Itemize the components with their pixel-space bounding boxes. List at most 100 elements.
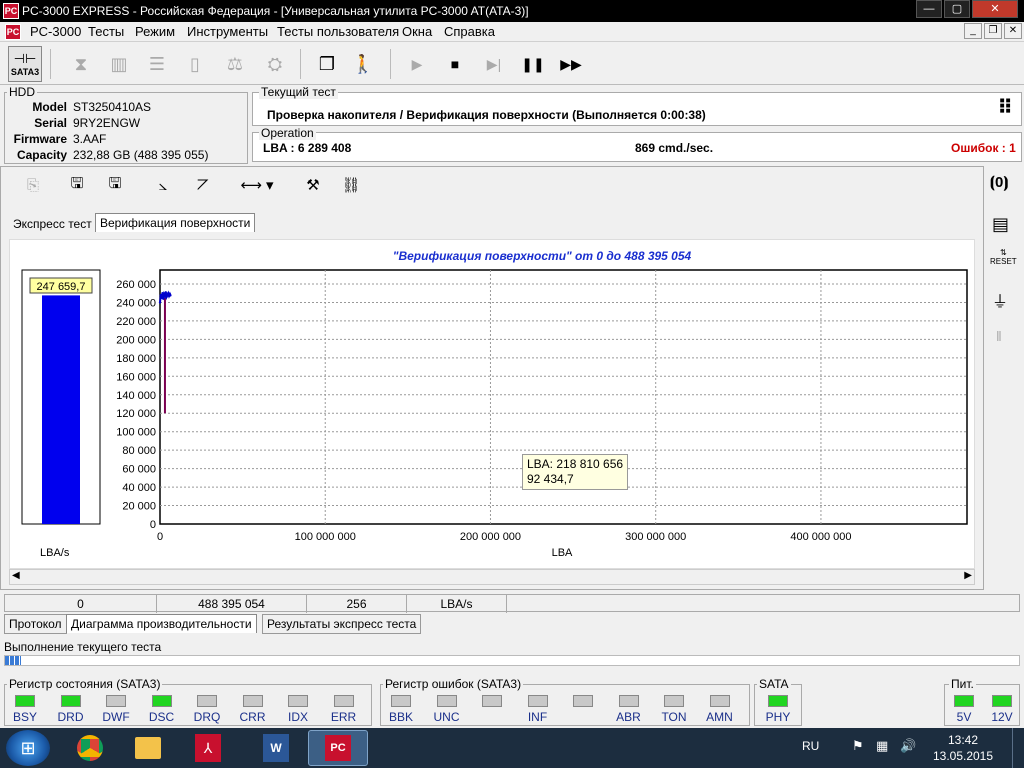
led-unc [436,695,457,707]
led-label: 5V [956,710,972,724]
operation-panel: Operation LBA : 6 289 408 869 cmd./sec. … [252,126,1022,162]
bar-unit-label: LBA/s [40,547,70,559]
x-tick-label: 300 000 000 [625,531,686,543]
hourglass-icon[interactable]: ⧗ [64,46,98,82]
capacity-label: Capacity [16,148,67,162]
led-label: ABR [616,710,641,724]
x-tick-label: 400 000 000 [790,531,851,543]
operation-label: Operation [259,126,316,140]
explorer-icon[interactable] [118,730,178,766]
tab-performance[interactable]: Диаграмма производительности [66,614,257,633]
menu-windows[interactable]: Окна [402,24,432,39]
disk-gear-icon[interactable]: ⛭ [258,46,292,82]
start-button[interactable]: ⊞ [6,730,50,766]
y-tick-label: 80 000 [122,445,156,457]
tab-express[interactable]: Экспресс тест [9,215,96,233]
clock-date[interactable]: 13.05.2015 [928,749,998,763]
hdd-info-panel: HDD Model ST3250410AS Serial 9RY2ENGW Firm… [4,85,248,164]
exit-icon[interactable]: 🚶 [346,46,380,82]
scale-icon[interactable]: ⚖ [218,46,252,82]
mdi-restore-button[interactable]: ❐ [984,23,1002,39]
led-ton [664,695,684,707]
tools-icon[interactable]: ⚒ [299,171,327,199]
led-dsc [151,695,172,707]
x-tick-label: 200 000 000 [460,531,521,543]
sata-connector-icon: ⊣⊢ [13,51,37,66]
y-tick-label: 120 000 [116,408,156,420]
reset-icon[interactable]: ⇅ RESET [990,248,1017,266]
error-count: Ошибок : 1 [951,141,1016,155]
tray-flag-icon[interactable]: ⚑ [852,738,864,754]
menu-user-tests[interactable]: Тесты пользователя [277,24,399,39]
pause-icon[interactable]: ❚❚ [516,46,550,82]
language-indicator[interactable]: RU [802,739,819,753]
chrome-icon[interactable] [60,730,120,766]
progress-fill [5,656,21,665]
close-button[interactable]: ✕ [972,0,1018,18]
led-label: AMN [706,710,733,724]
led-crr [242,695,263,707]
y-tick-label: 160 000 [116,371,156,383]
chip-icon[interactable]: ▥ [102,46,136,82]
performance-point [158,301,162,304]
word-icon[interactable]: W [246,730,306,766]
grid-menu-icon[interactable]: ⠿ [991,96,1019,122]
jumper-icon[interactable]: ⏚ [992,288,1008,312]
chart-title: "Верификация поверхности" от 0 до 488 39… [393,249,692,263]
y-tick-label: 0 [150,519,156,531]
show-desktop-button[interactable] [1012,728,1024,768]
menu-bar: PC PC-3000 Тесты Режим Инструменты Тесты… [0,22,1024,42]
play-icon[interactable]: ▶ [400,46,434,82]
menu-pc3000[interactable]: PC-3000 [30,24,81,39]
tab-verify[interactable]: Верификация поверхности [95,213,256,232]
chart-scrollbar[interactable]: ◀ ▶ [9,569,975,585]
menu-tests[interactable]: Тесты [88,24,124,39]
led-err [333,695,354,707]
chart-down-icon[interactable]: ⦢ [189,171,217,199]
export-icon[interactable]: ⎘ [19,171,47,199]
mdi-minimize-button[interactable]: _ [964,23,982,39]
pc3000-taskbar-icon[interactable]: PC [308,730,368,766]
mdi-icon[interactable]: PC [5,24,21,40]
clock-time[interactable]: 13:42 [928,733,998,747]
pdf-icon[interactable]: ⅄ [178,730,238,766]
minimize-button[interactable]: — [916,0,942,18]
bars-icon[interactable]: ▯ [178,46,212,82]
maximize-button[interactable]: ▢ [944,0,970,18]
chart-tooltip: LBA: 218 810 656 92 434,7 [522,454,629,490]
mdi-close-button[interactable]: ✕ [1004,23,1022,39]
range-dropdown[interactable]: ⟷ ▾ [233,171,281,199]
chart-up-icon[interactable]: ⦣ [149,171,177,199]
status-end: 488 395 054 [157,595,307,613]
scroll-left-icon[interactable]: ◀ [12,570,20,581]
settings-icon[interactable]: ⛓ [337,171,365,199]
list-icon[interactable]: ☰ [140,46,174,82]
tray-volume-icon[interactable]: 🔊 [900,738,916,754]
menu-mode[interactable]: Режим [135,24,175,39]
app-icon[interactable]: PC [3,3,19,19]
y-tick-label: 200 000 [116,334,156,346]
led-unused [573,695,593,707]
current-test-panel: Текущий тест Проверка накопителя / Вериф… [252,85,1022,126]
y-tick-label: 20 000 [122,501,156,513]
sata-port-button[interactable]: ⊣⊢ SATA3 [8,46,42,82]
tray-network-icon[interactable]: ▦ [876,738,888,754]
menu-help[interactable]: Справка [444,24,495,39]
tab-protocol[interactable]: Протокол [4,614,67,634]
speed-gauge-bar [42,295,80,524]
save-data-icon[interactable]: 🖫 [101,171,129,199]
scroll-right-icon[interactable]: ▶ [964,570,972,581]
menu-tools[interactable]: Инструменты [187,24,268,39]
led-label: PHY [765,710,791,724]
power-icon[interactable]: ⦗0⦘ [990,174,1008,191]
tab-express-results[interactable]: Результаты экспресс теста [262,614,422,634]
step-icon[interactable]: ▶| [477,46,511,82]
led-drq [197,695,217,707]
pause-side-icon[interactable]: ‖ [996,328,1002,344]
performance-point [159,293,163,297]
windows-icon[interactable]: ❐ [310,46,344,82]
stop-icon[interactable]: ■ [438,46,472,82]
fast-forward-icon[interactable]: ▶▶ [554,46,588,82]
board-icon[interactable]: ▤ [992,214,1009,235]
save-chart-icon[interactable]: 🖫 [63,171,91,199]
